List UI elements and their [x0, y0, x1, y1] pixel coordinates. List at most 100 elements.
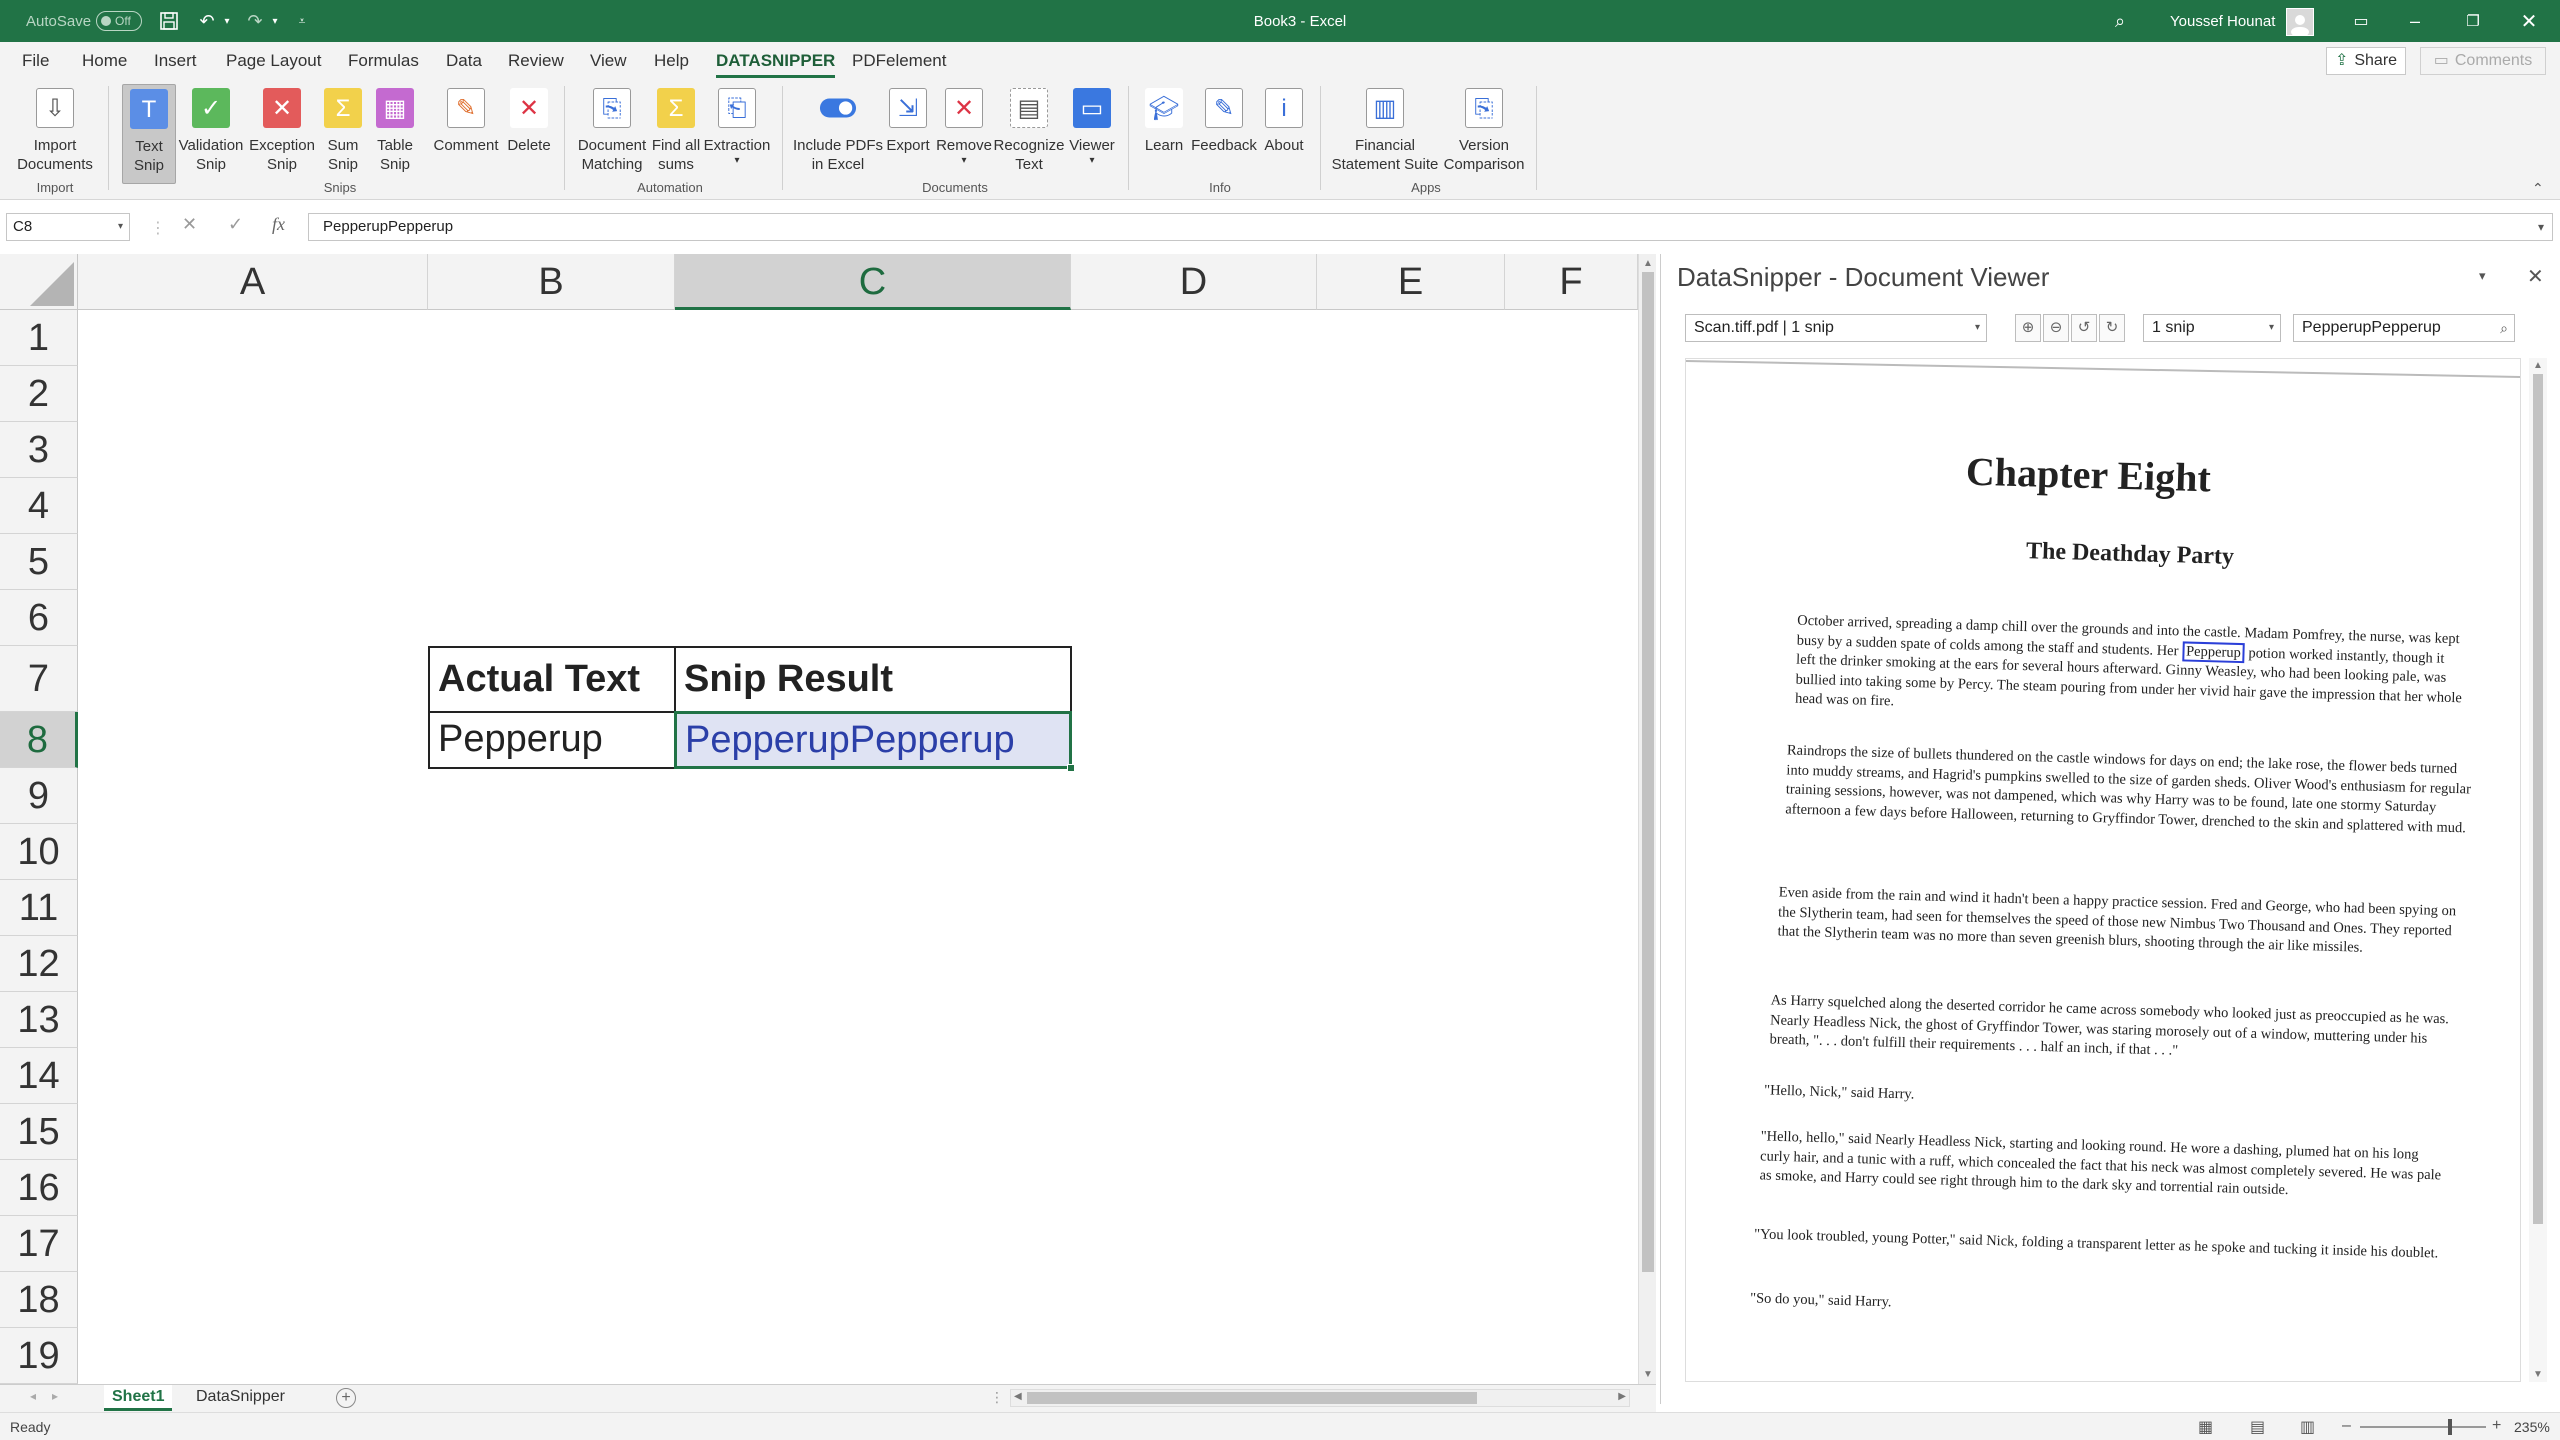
search-icon[interactable]: ⌕	[2105, 0, 2135, 42]
horizontal-scrollbar[interactable]: ◀ ▶	[1010, 1389, 1630, 1407]
close-panel-icon[interactable]: ✕	[2527, 264, 2544, 289]
zoom-in-button[interactable]: +	[2492, 1417, 2501, 1435]
zoom-out-button[interactable]: –	[2342, 1417, 2351, 1435]
extraction-button[interactable]: ⎗ Extraction ▾	[702, 84, 772, 184]
snip-highlight-box[interactable]: Pepperup	[2181, 640, 2246, 663]
document-vertical-scrollbar[interactable]: ▲ ▼	[2529, 358, 2547, 1382]
row-header-17[interactable]: 17	[0, 1216, 78, 1272]
tab-pdfelement[interactable]: PDFelement	[852, 42, 946, 80]
tab-help[interactable]: Help	[654, 42, 689, 80]
tab-review[interactable]: Review	[508, 42, 564, 80]
close-window-icon[interactable]: ✕	[2514, 0, 2544, 42]
redo-icon[interactable]: ↷	[242, 0, 268, 42]
hscroll-right-icon[interactable]: ▶	[1618, 1391, 1626, 1402]
row-header-3[interactable]: 3	[0, 422, 78, 478]
expand-formula-bar-icon[interactable]: ▾	[2538, 220, 2544, 234]
cell-b8[interactable]: Pepperup	[428, 711, 676, 769]
row-header-13[interactable]: 13	[0, 992, 78, 1048]
undo-icon[interactable]: ↶	[194, 0, 220, 42]
cell-c7[interactable]: Snip Result	[674, 646, 1072, 713]
row-header-6[interactable]: 6	[0, 590, 78, 646]
hscroll-left-icon[interactable]: ◀	[1014, 1391, 1022, 1402]
page-break-view-icon[interactable]: ▥	[2300, 1417, 2315, 1437]
row-header-4[interactable]: 4	[0, 478, 78, 534]
autosave-toggle[interactable]: Off	[96, 11, 142, 31]
scroll-down-icon[interactable]: ▼	[1643, 1369, 1653, 1380]
grid-vertical-scrollbar[interactable]: ▲ ▼	[1638, 254, 1656, 1384]
doc-scroll-up-icon[interactable]: ▲	[2533, 360, 2543, 371]
minimize-icon[interactable]: –	[2400, 0, 2430, 42]
fill-handle[interactable]	[1067, 764, 1075, 772]
row-header-7[interactable]: 7	[0, 646, 78, 712]
delete-button[interactable]: ✕ Delete	[504, 84, 554, 184]
document-select[interactable]: Scan.tiff.pdf | 1 snip ▾	[1685, 314, 1987, 342]
ribbon-display-options-icon[interactable]: ▭	[2346, 0, 2376, 42]
row-header-12[interactable]: 12	[0, 936, 78, 992]
row-header-15[interactable]: 15	[0, 1104, 78, 1160]
tab-insert[interactable]: Insert	[154, 42, 197, 80]
sheet-prev-icon[interactable]: ◂	[30, 1389, 36, 1403]
select-all-corner[interactable]	[0, 254, 78, 310]
snip-select[interactable]: 1 snip ▾	[2143, 314, 2281, 342]
doc-scroll-down-icon[interactable]: ▼	[2533, 1369, 2543, 1380]
row-header-8[interactable]: 8	[0, 712, 78, 768]
tab-formulas[interactable]: Formulas	[348, 42, 419, 80]
panel-options-icon[interactable]: ▾	[2479, 268, 2486, 284]
search-icon[interactable]: ⌕	[2500, 315, 2508, 341]
learn-button[interactable]: 🎓︎ Learn	[1138, 84, 1190, 184]
undo-dropdown-icon[interactable]: ▾	[220, 0, 234, 42]
row-header-14[interactable]: 14	[0, 1048, 78, 1104]
scroll-thumb[interactable]	[1642, 272, 1654, 1272]
sum-snip-button[interactable]: Σ Sum Snip	[318, 84, 368, 184]
rotate-right-icon[interactable]: ↻	[2099, 314, 2125, 342]
row-header-18[interactable]: 18	[0, 1272, 78, 1328]
name-box[interactable]: C8 ▾	[6, 213, 130, 241]
row-header-16[interactable]: 16	[0, 1160, 78, 1216]
row-header-5[interactable]: 5	[0, 534, 78, 590]
add-sheet-icon[interactable]: +	[336, 1388, 356, 1408]
doc-scroll-thumb[interactable]	[2533, 374, 2543, 1224]
exception-snip-button[interactable]: ✕ Exception Snip	[246, 84, 318, 184]
restore-icon[interactable]: ❐	[2458, 0, 2488, 42]
export-button[interactable]: ⇲ Export	[882, 84, 934, 184]
document-search-input[interactable]: PepperupPepperup ⌕	[2293, 314, 2515, 342]
zoom-slider[interactable]	[2360, 1419, 2486, 1435]
include-pdfs-button[interactable]: Include PDFs in Excel	[792, 84, 884, 184]
document-matching-button[interactable]: ⎘ Document Matching	[574, 84, 650, 184]
find-all-sums-button[interactable]: Σ Find all sums	[648, 84, 704, 184]
validation-snip-button[interactable]: ✓ Validation Snip	[176, 84, 246, 184]
viewer-button[interactable]: ▭ Viewer ▾	[1064, 84, 1120, 184]
insert-function-icon[interactable]: fx	[272, 214, 285, 235]
zoom-in-icon[interactable]: ⊕	[2015, 314, 2041, 342]
hscroll-thumb[interactable]	[1027, 1392, 1477, 1404]
cancel-entry-icon[interactable]: ✕	[182, 214, 197, 235]
tab-home[interactable]: Home	[82, 42, 127, 80]
import-documents-button[interactable]: ⇩ Import Documents	[8, 84, 102, 184]
comments-button[interactable]: ▭ Comments	[2420, 47, 2546, 75]
row-header-2[interactable]: 2	[0, 366, 78, 422]
user-name[interactable]: Youssef Hounat	[2170, 0, 2275, 42]
sheet-tab-datasnipper[interactable]: DataSnipper	[188, 1385, 293, 1411]
page-layout-view-icon[interactable]: ▤	[2250, 1417, 2265, 1437]
rotate-left-icon[interactable]: ↺	[2071, 314, 2097, 342]
formula-input[interactable]: PepperupPepperup	[308, 213, 2553, 241]
row-header-10[interactable]: 10	[0, 824, 78, 880]
row-header-11[interactable]: 11	[0, 880, 78, 936]
redo-dropdown-icon[interactable]: ▾	[268, 0, 282, 42]
cell-b7[interactable]: Actual Text	[428, 646, 676, 713]
column-header-d[interactable]: D	[1071, 254, 1317, 310]
zoom-slider-thumb[interactable]	[2448, 1419, 2452, 1435]
comment-button[interactable]: ✎ Comment	[428, 84, 504, 184]
collapse-ribbon-icon[interactable]: ⌃	[2532, 180, 2544, 197]
sheet-next-icon[interactable]: ▸	[52, 1389, 58, 1403]
column-header-c[interactable]: C	[675, 254, 1071, 310]
row-header-9[interactable]: 9	[0, 768, 78, 824]
table-snip-button[interactable]: ▦ Table Snip	[368, 84, 422, 184]
tab-datasnipper[interactable]: DATASNIPPER	[716, 42, 836, 80]
user-avatar[interactable]	[2286, 8, 2314, 36]
tab-data[interactable]: Data	[446, 42, 482, 80]
share-button[interactable]: ⇪ Share	[2326, 47, 2406, 75]
normal-view-icon[interactable]: ▦	[2198, 1417, 2213, 1437]
confirm-entry-icon[interactable]: ✓	[228, 214, 243, 235]
column-header-b[interactable]: B	[428, 254, 675, 310]
